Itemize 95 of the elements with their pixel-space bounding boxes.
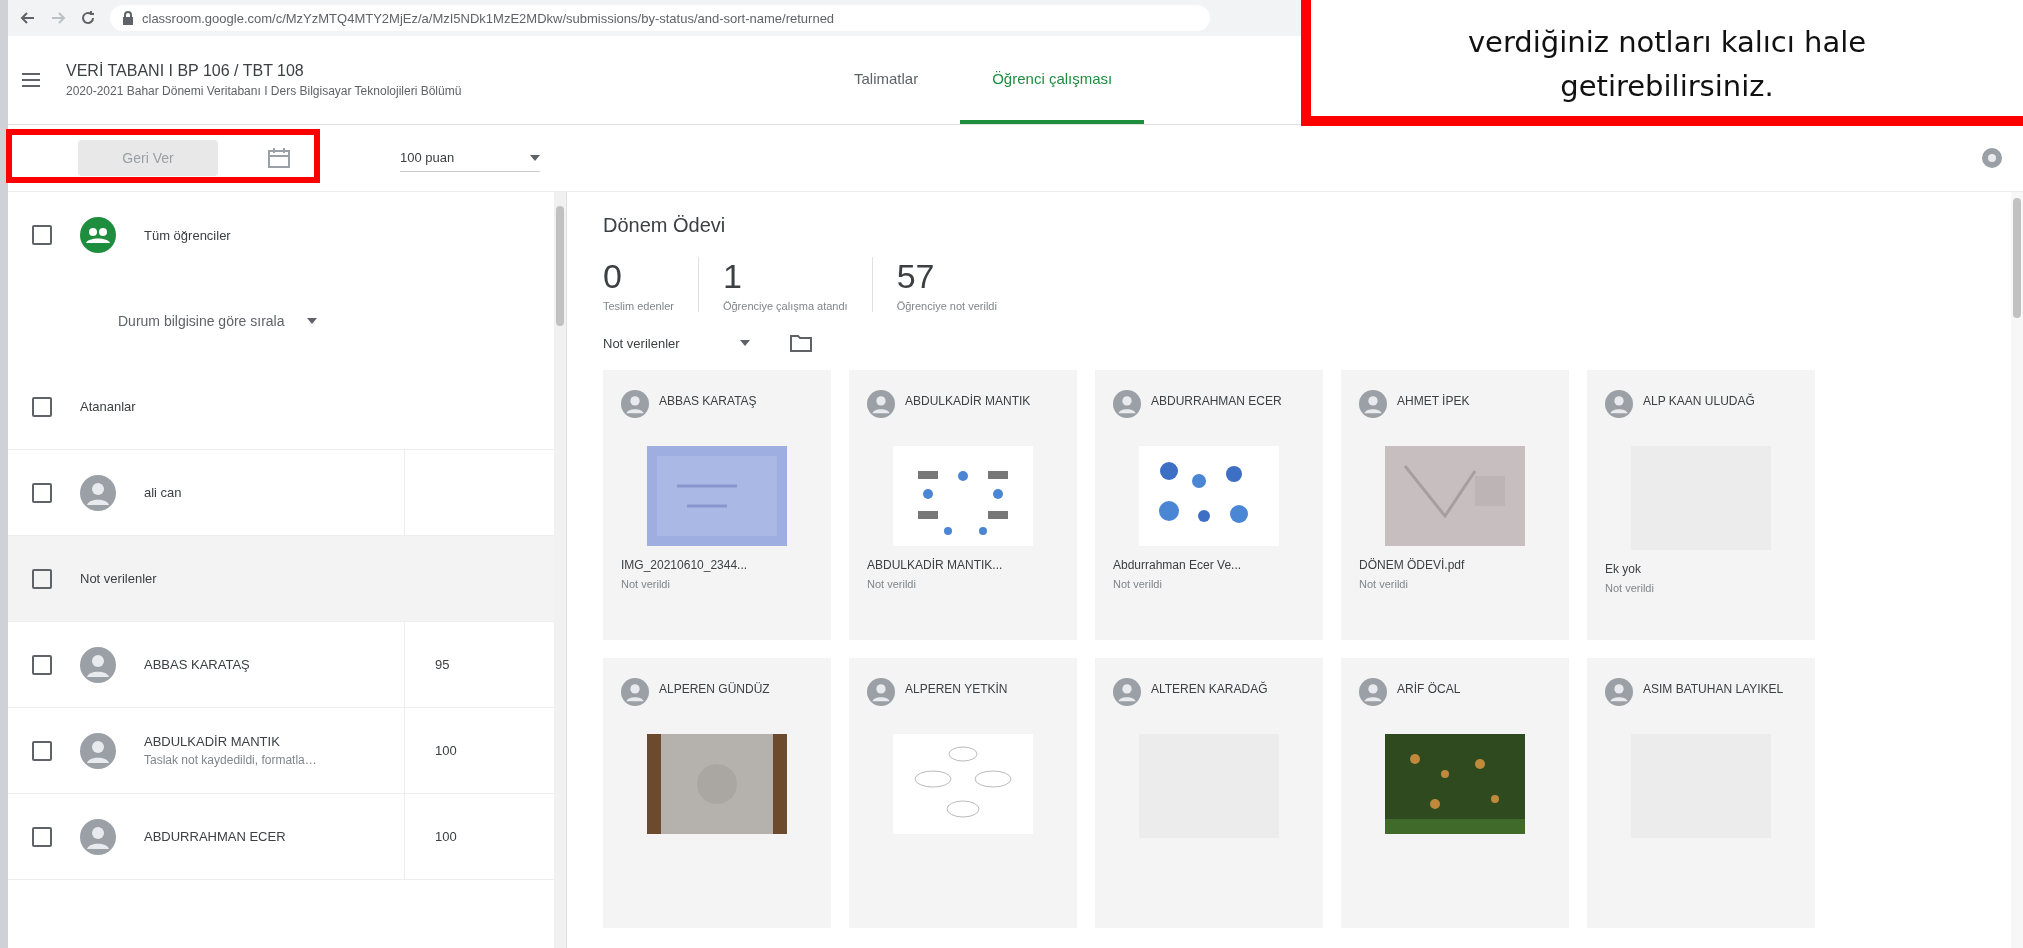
- avatar-icon: [80, 732, 116, 769]
- caret-icon: [306, 318, 317, 324]
- submission-card[interactable]: ALTEREN KARADAĞ: [1095, 658, 1323, 928]
- tab[interactable]: Öğrenci çalışması: [960, 36, 1145, 124]
- checkbox[interactable]: [32, 740, 52, 761]
- course-subtitle: 2020-2021 Bahar Dönemi Veritabanı I Ders Bilgisayar Teknolojileri Bölümü: [66, 84, 462, 98]
- avatar-icon: [1605, 390, 1633, 418]
- avatar-icon: [867, 390, 895, 418]
- assignment-title: Dönem Ödevi: [603, 214, 727, 237]
- file-name: IMG_20210610_2344...: [621, 558, 749, 572]
- submission-card[interactable]: AHMET İPEK DÖNEM ÖDEVİ.pdf Not verildi: [1341, 370, 1569, 640]
- address-bar[interactable]: classroom.google.com/c/MzYzMTQ4MTY2MjEz/a/MzI5NDk1MzE2MDkw/submissions/by-status/and-sort-name/returned: [110, 5, 1210, 31]
- student-note: Taslak not kaydedildi, formatla…: [144, 753, 317, 767]
- checkbox[interactable]: [32, 654, 52, 675]
- file-name: Ek yok: [1605, 562, 1642, 576]
- settings-icon[interactable]: [1981, 147, 2003, 169]
- caret-icon: [530, 154, 540, 161]
- back-icon[interactable]: [20, 10, 36, 26]
- calendar-icon[interactable]: [268, 148, 290, 168]
- student-name: ABBAS KARATAŞ: [144, 657, 250, 672]
- scrollbar[interactable]: [554, 192, 566, 948]
- scrollbar[interactable]: [2011, 192, 2023, 948]
- group-label: Not verilenler: [80, 571, 157, 586]
- avatar-icon: [1359, 678, 1387, 706]
- checkbox[interactable]: [32, 225, 52, 245]
- group-icon: [80, 217, 116, 253]
- stat-number: 0: [603, 257, 623, 296]
- avatar-icon: [1113, 678, 1141, 706]
- student-name: ABDURRAHMAN ECER: [1151, 393, 1282, 410]
- grade-status: Not verildi: [1113, 578, 1163, 590]
- folder-icon[interactable]: [789, 334, 812, 352]
- checkbox[interactable]: [32, 568, 52, 589]
- student-name: ABDULKADİR MANTIK: [144, 734, 281, 749]
- checkbox[interactable]: [32, 396, 52, 417]
- student-name: ABDULKADİR MANTIK: [905, 393, 1031, 410]
- student-name: ABBAS KARATAŞ: [659, 393, 757, 410]
- avatar-icon: [1113, 390, 1141, 418]
- grade-status: Not verildi: [867, 578, 917, 590]
- student-name: ALP KAAN ULUDAĞ: [1643, 392, 1755, 410]
- callout-text: verdiğiniz notları kalıcı hale getirebilirsiniz.: [1467, 24, 1867, 105]
- group-label: Atananlar: [80, 399, 136, 414]
- grade-text: 100: [435, 829, 457, 844]
- points-text: 100 puan: [400, 150, 455, 165]
- checkbox[interactable]: [32, 826, 52, 847]
- avatar-icon: [1359, 390, 1387, 418]
- grade-status: Not verildi: [621, 578, 671, 590]
- student-name: ARİF ÖCAL: [1397, 681, 1461, 698]
- student-name: ali can: [144, 485, 182, 500]
- submission-card[interactable]: ALPEREN YETKİN: [849, 658, 1077, 928]
- submission-card[interactable]: ABDULKADİR MANTIK ABDULKADİR MANTIK... Not verildi: [849, 370, 1077, 640]
- menu-icon[interactable]: [22, 73, 40, 87]
- submission-card[interactable]: ABBAS KARATAŞ IMG_20210610_2344... Not verildi: [603, 370, 831, 640]
- stat-label: Teslim edenler: [603, 300, 674, 312]
- grade-text: 100: [435, 743, 457, 758]
- stat-label: Öğrenciye çalışma atandı: [722, 300, 848, 312]
- list-label: Tüm öğrenciler: [144, 227, 231, 243]
- avatar-icon: [621, 390, 649, 418]
- submission-card[interactable]: ASIM BATUHAN LAYIKEL: [1587, 658, 1815, 928]
- student-name: ALPEREN YETKİN: [905, 681, 1008, 698]
- url-text: classroom.google.com/c/MzYzMTQ4MTY2MjEz/a/MzI5NDk1MzE2MDkw/submissions/by-status/and-sort-name/returned: [142, 10, 835, 26]
- grade-status: Not verildi: [1359, 578, 1409, 590]
- caret-icon: [739, 340, 750, 346]
- points-dropdown[interactable]: 100 puan: [400, 144, 540, 172]
- file-name: ABDULKADİR MANTIK...: [867, 558, 1004, 572]
- avatar-icon: [621, 678, 649, 706]
- stat-number: 57: [896, 257, 936, 296]
- submission-card[interactable]: ALPEREN GÜNDÜZ: [603, 658, 831, 928]
- reload-icon[interactable]: [80, 10, 96, 26]
- avatar-icon: [80, 646, 116, 683]
- student-name: AHMET İPEK: [1397, 393, 1470, 410]
- grade-text: 95: [435, 657, 450, 672]
- stat-number: 1: [722, 257, 743, 296]
- avatar-icon: [1605, 678, 1633, 706]
- student-name: ALPEREN GÜNDÜZ: [659, 681, 770, 698]
- file-name: DÖNEM ÖDEVİ.pdf: [1359, 558, 1466, 572]
- checkbox[interactable]: [32, 482, 52, 503]
- avatar-icon: [80, 474, 116, 511]
- tab[interactable]: Talimatlar: [822, 36, 951, 124]
- student-name: ASIM BATUHAN LAYIKEL: [1643, 681, 1784, 698]
- sort-text: Durum bilgisine göre sırala: [118, 313, 285, 329]
- avatar-icon: [867, 678, 895, 706]
- submission-card[interactable]: ARİF ÖCAL: [1341, 658, 1569, 928]
- file-name: Abdurrahman Ecer Ve...: [1113, 558, 1243, 572]
- grade-status: Not verildi: [1605, 582, 1655, 594]
- sort-dropdown[interactable]: Durum bilgisine göre sırala: [8, 278, 554, 364]
- course-title: VERİ TABANI I BP 106 / TBT 108: [66, 62, 305, 80]
- student-name: ABDURRAHMAN ECER: [144, 829, 286, 844]
- filter-text: Not verilenler: [603, 335, 680, 351]
- student-name: ALTEREN KARADAĞ: [1151, 680, 1268, 698]
- avatar-icon: [80, 818, 116, 855]
- filter-dropdown[interactable]: Not verilenler: [603, 335, 750, 351]
- stat-label: Öğrenciye not verildi: [896, 300, 997, 312]
- lock-icon: [122, 11, 134, 25]
- submission-card[interactable]: ALP KAAN ULUDAĞ Ek yok Not verildi: [1587, 370, 1815, 640]
- submission-card[interactable]: ABDURRAHMAN ECER Abdurrahman Ecer Ve... Not verildi: [1095, 370, 1323, 640]
